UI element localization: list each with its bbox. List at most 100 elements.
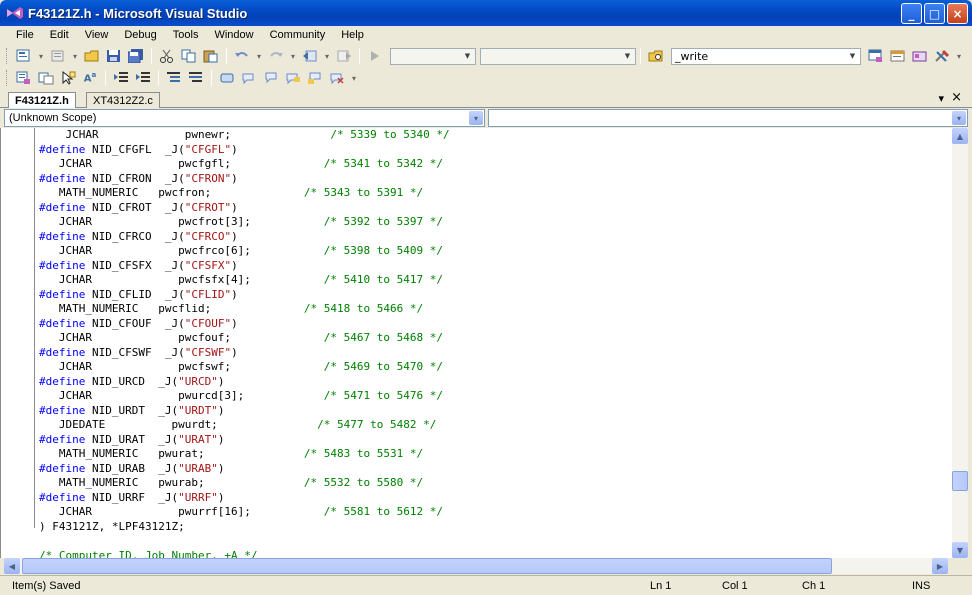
copy-button[interactable] <box>180 48 198 64</box>
undo-dropdown-icon[interactable]: ▾ <box>255 48 263 64</box>
code-line[interactable]: MATH_NUMERIC pwurat; /* 5483 to 5531 */ <box>39 447 450 462</box>
find-in-files-button[interactable] <box>647 48 665 64</box>
horizontal-scroll-thumb[interactable] <box>22 558 832 574</box>
code-line[interactable]: #define NID_CFRCO _J("CFRCO") <box>39 230 450 245</box>
save-button[interactable] <box>105 48 123 64</box>
menu-tools[interactable]: Tools <box>165 29 207 41</box>
code-line[interactable]: #define NID_CFOUF _J("CFOUF") <box>39 317 450 332</box>
code-line[interactable]: #define NID_CFGFL _J("CFGFL") <box>39 143 450 158</box>
solution-config-combo[interactable]: ▼ <box>390 47 476 65</box>
nav-back-dropdown-icon[interactable]: ▾ <box>323 48 331 64</box>
members-scope-dropdown[interactable]: ▾ <box>488 109 968 127</box>
scroll-up-icon[interactable]: ▲ <box>952 128 968 144</box>
paste-button[interactable] <box>202 48 220 64</box>
close-document-icon[interactable]: × <box>951 90 962 105</box>
menu-debug[interactable]: Debug <box>116 29 164 41</box>
code-line[interactable] <box>39 534 450 549</box>
toolbar-overflow-icon[interactable]: ▾ <box>955 48 963 64</box>
redo-button[interactable] <box>267 48 285 64</box>
toolbar-grip[interactable] <box>6 70 9 86</box>
start-debug-button[interactable] <box>366 48 384 64</box>
toolbar-grip[interactable] <box>6 48 9 64</box>
next-bookmark-button[interactable] <box>262 70 280 86</box>
active-files-dropdown-icon[interactable]: ▾ <box>938 92 944 105</box>
indicator-margin[interactable] <box>1 128 33 558</box>
cut-button[interactable] <box>158 48 176 64</box>
minimize-button[interactable]: _ <box>901 3 922 24</box>
nav-back-button[interactable] <box>301 48 319 64</box>
add-item-button[interactable] <box>49 48 67 64</box>
toolbar-overflow-icon[interactable]: ▾ <box>350 70 358 86</box>
save-all-button[interactable] <box>127 48 145 64</box>
code-line[interactable]: JDEDATE pwurdt; /* 5477 to 5482 */ <box>39 418 450 433</box>
code-line[interactable]: JCHAR pwurrf[16]; /* 5581 to 5612 */ <box>39 505 450 520</box>
code-line[interactable]: /* Computer ID, Job Number, +A */ <box>39 549 450 559</box>
code-line[interactable]: #define NID_URCD _J("URCD") <box>39 375 450 390</box>
code-line[interactable]: #define NID_URRF _J("URRF") <box>39 491 450 506</box>
code-line[interactable]: #define NID_CFLID _J("CFLID") <box>39 288 450 303</box>
find-combo[interactable]: _write ▼ <box>671 47 861 65</box>
nav-forward-button[interactable] <box>335 48 353 64</box>
menu-window[interactable]: Window <box>206 29 261 41</box>
code-line[interactable]: #define NID_CFSWF _J("CFSWF") <box>39 346 450 361</box>
toolbox-button[interactable] <box>933 48 951 64</box>
clear-bookmarks-button[interactable] <box>328 70 346 86</box>
toggle-bookmark-button[interactable] <box>218 70 236 86</box>
scroll-down-icon[interactable]: ▼ <box>952 542 968 558</box>
code-line[interactable]: ) F43121Z, *LPF43121Z; <box>39 520 450 535</box>
outline-margin[interactable] <box>34 128 35 528</box>
prev-bookmark-button[interactable] <box>240 70 258 86</box>
vertical-scroll-thumb[interactable] <box>952 471 968 491</box>
open-button[interactable] <box>83 48 101 64</box>
properties-button[interactable] <box>889 48 907 64</box>
object-browser-button[interactable] <box>911 48 929 64</box>
code-line[interactable]: #define NID_CFRON _J("CFRON") <box>39 172 450 187</box>
code-editor[interactable]: JCHAR pwnewr; /* 5339 to 5340 */#define … <box>0 128 952 558</box>
horizontal-scrollbar[interactable]: ◀ ▶ <box>4 558 948 574</box>
code-line[interactable]: JCHAR pwcfrot[3]; /* 5392 to 5397 */ <box>39 215 450 230</box>
display-parameter-info-button[interactable] <box>37 70 55 86</box>
next-bookmark-folder-button[interactable] <box>306 70 324 86</box>
code-line[interactable]: MATH_NUMERIC pwcflid; /* 5418 to 5466 */ <box>39 302 450 317</box>
increase-indent-button[interactable] <box>134 70 152 86</box>
menu-edit[interactable]: Edit <box>42 29 77 41</box>
code-line[interactable]: #define NID_CFROT _J("CFROT") <box>39 201 450 216</box>
menu-help[interactable]: Help <box>333 29 372 41</box>
new-project-dropdown-icon[interactable]: ▾ <box>37 48 45 64</box>
add-item-dropdown-icon[interactable]: ▾ <box>71 48 79 64</box>
redo-dropdown-icon[interactable]: ▾ <box>289 48 297 64</box>
maximize-button[interactable]: □ <box>924 3 945 24</box>
code-line[interactable]: #define NID_CFSFX _J("CFSFX") <box>39 259 450 274</box>
code-line[interactable]: #define NID_URAB _J("URAB") <box>39 462 450 477</box>
vertical-scrollbar[interactable]: ▲ ▼ <box>952 128 968 558</box>
uncomment-button[interactable] <box>187 70 205 86</box>
solution-platform-combo[interactable]: ▼ <box>480 47 636 65</box>
undo-button[interactable] <box>233 48 251 64</box>
new-project-button[interactable] <box>15 48 33 64</box>
menu-community[interactable]: Community <box>262 29 334 41</box>
prev-bookmark-folder-button[interactable] <box>284 70 302 86</box>
tab-f43121z-h[interactable]: F43121Z.h <box>8 92 76 109</box>
menu-view[interactable]: View <box>77 29 117 41</box>
code-line[interactable]: JCHAR pwcfsfx[4]; /* 5410 to 5417 */ <box>39 273 450 288</box>
code-line[interactable]: MATH_NUMERIC pwcfron; /* 5343 to 5391 */ <box>39 186 450 201</box>
tab-xt4312z2-c[interactable]: XT4312Z2.c <box>86 92 160 108</box>
comment-out-button[interactable] <box>165 70 183 86</box>
decrease-indent-button[interactable] <box>112 70 130 86</box>
code-line[interactable]: #define NID_URDT _J("URDT") <box>39 404 450 419</box>
code-line[interactable]: JCHAR pwcfswf; /* 5469 to 5470 */ <box>39 360 450 375</box>
code-line[interactable]: JCHAR pwnewr; /* 5339 to 5340 */ <box>39 128 449 143</box>
menu-file[interactable]: File <box>8 29 42 41</box>
complete-word-button[interactable]: Aa <box>81 70 99 86</box>
code-line[interactable]: JCHAR pwcfgfl; /* 5341 to 5342 */ <box>39 157 450 172</box>
code-text[interactable]: JCHAR pwnewr; /* 5339 to 5340 */#define … <box>39 128 450 558</box>
code-line[interactable]: MATH_NUMERIC pwurab; /* 5532 to 5580 */ <box>39 476 450 491</box>
scroll-right-icon[interactable]: ▶ <box>932 558 948 574</box>
display-quick-info-button[interactable] <box>59 70 77 86</box>
display-object-member-list-button[interactable] <box>15 70 33 86</box>
scroll-left-icon[interactable]: ◀ <box>4 558 20 574</box>
code-line[interactable]: JCHAR pwurcd[3]; /* 5471 to 5476 */ <box>39 389 450 404</box>
close-button[interactable]: × <box>947 3 968 24</box>
solution-explorer-button[interactable] <box>867 48 885 64</box>
code-line[interactable]: #define NID_URAT _J("URAT") <box>39 433 450 448</box>
